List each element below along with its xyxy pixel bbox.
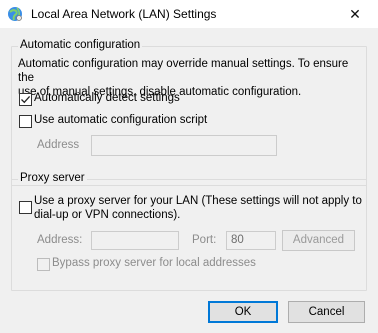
bypass-local-label[interactable]: Bypass proxy server for local addresses	[52, 257, 256, 269]
proxy-server-group: Proxy server Use a proxy server for your…	[11, 172, 367, 291]
proxy-address-input[interactable]	[91, 231, 179, 250]
auto-config-script-checkbox[interactable]	[19, 115, 32, 128]
auto-detect-label[interactable]: Automatically detect settings	[34, 92, 180, 104]
title-bar: Local Area Network (LAN) Settings ✕	[0, 0, 378, 28]
automatic-configuration-legend: Automatic configuration	[18, 39, 143, 51]
use-proxy-checkbox[interactable]	[19, 201, 32, 214]
proxy-address-label: Address:	[37, 234, 83, 246]
proxy-port-input[interactable]: 80	[226, 231, 276, 250]
auto-detect-checkbox[interactable]	[19, 93, 32, 106]
description-line-1: Automatic configuration may override man…	[18, 58, 349, 84]
use-proxy-label[interactable]: Use a proxy server for your LAN (These s…	[34, 194, 362, 222]
use-proxy-line-2: dial-up or VPN connections).	[34, 209, 181, 221]
bypass-local-checkbox[interactable]	[37, 258, 50, 271]
checkmark-icon	[21, 95, 31, 104]
cancel-button[interactable]: Cancel	[288, 301, 365, 323]
ok-button[interactable]: OK	[208, 301, 278, 323]
advanced-button[interactable]: Advanced	[282, 230, 355, 251]
proxy-port-label: Port:	[192, 234, 217, 246]
internet-options-icon	[7, 6, 23, 22]
script-address-label: Address	[37, 139, 80, 151]
script-address-input[interactable]	[91, 135, 277, 156]
close-button[interactable]: ✕	[332, 0, 378, 28]
auto-config-script-label[interactable]: Use automatic configuration script	[34, 114, 207, 126]
dialog-body: Automatic configuration Automatic config…	[0, 28, 378, 333]
automatic-configuration-group: Automatic configuration Automatic config…	[11, 39, 367, 186]
window-title: Local Area Network (LAN) Settings	[31, 7, 217, 21]
proxy-server-legend: Proxy server	[18, 172, 87, 184]
use-proxy-line-1: Use a proxy server for your LAN (These s…	[34, 195, 362, 207]
